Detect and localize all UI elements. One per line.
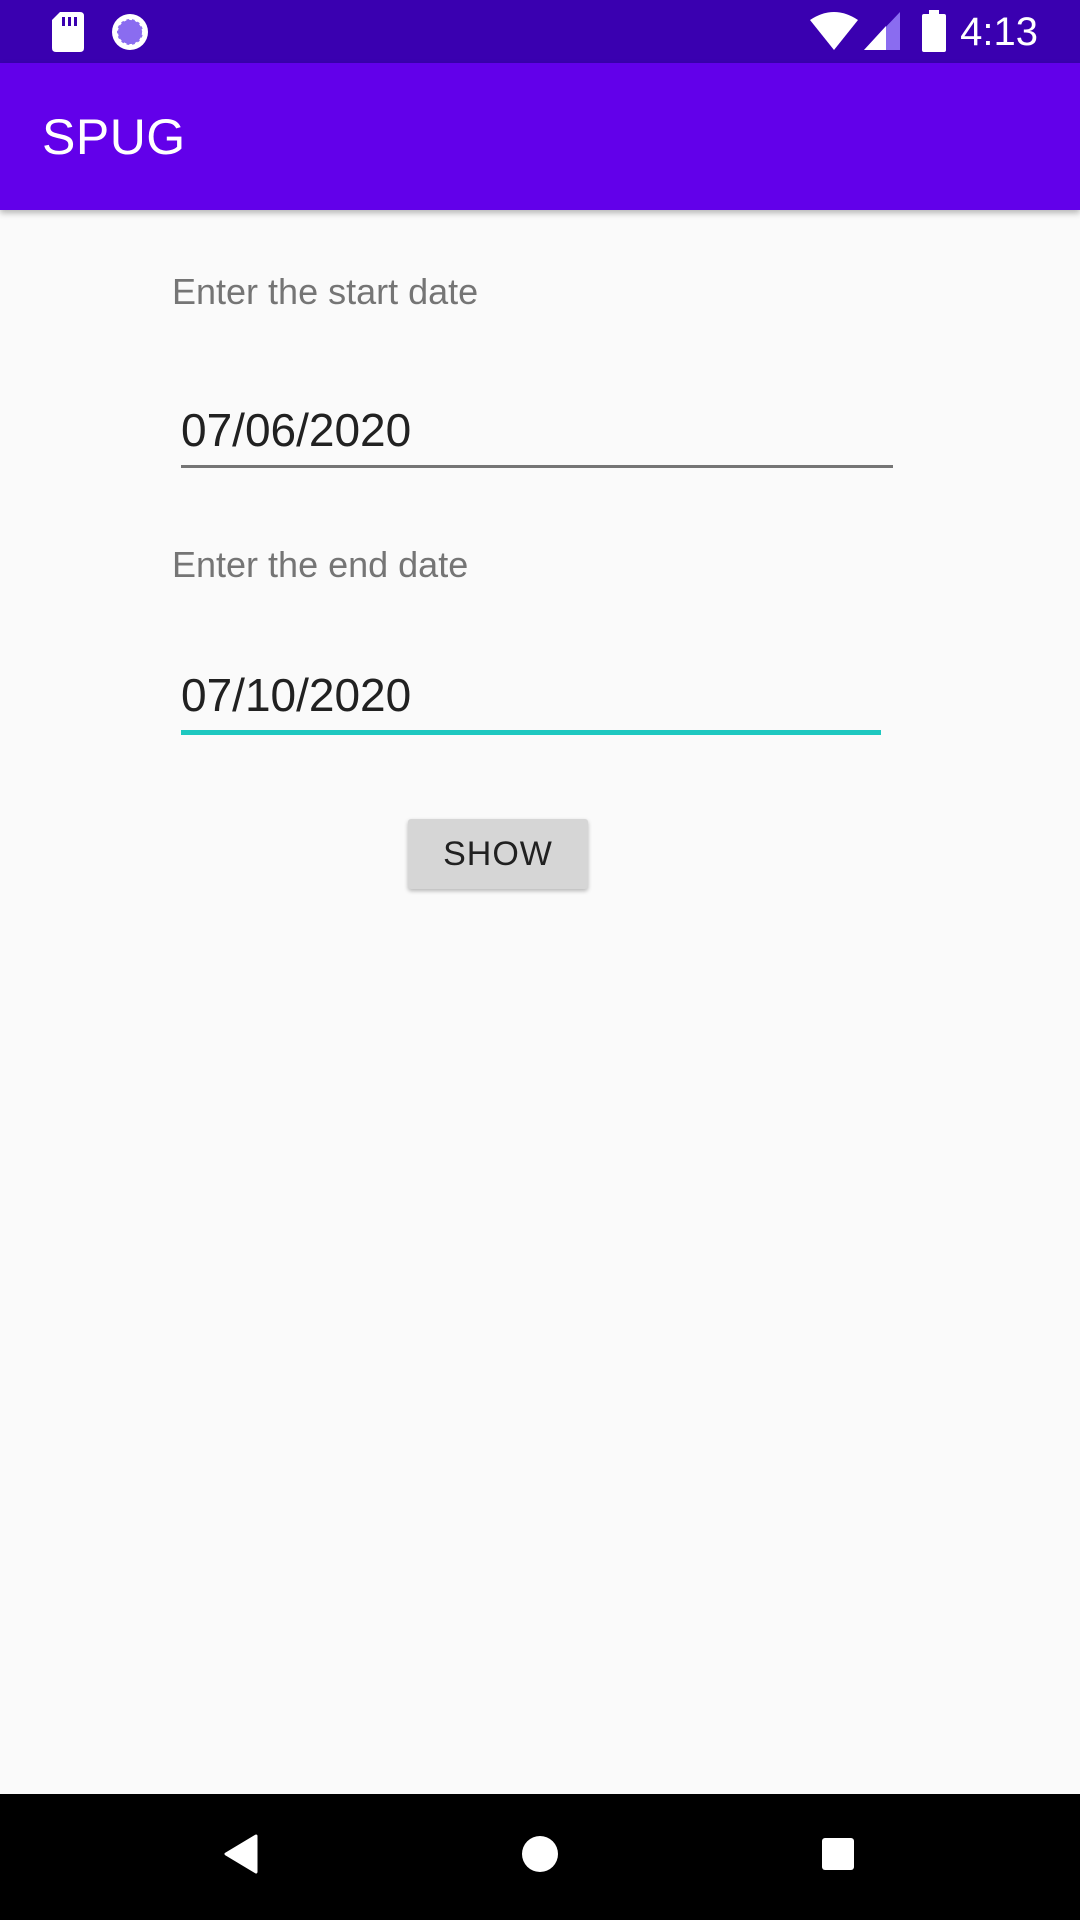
start-date-label: Enter the start date [172,271,479,312]
screen: 4:13 SPUG Enter the start date Enter the… [0,0,1080,1920]
battery-icon [922,10,946,57]
home-icon[interactable] [520,1834,560,1879]
show-button[interactable]: SHOW [408,819,588,889]
signal-icon [864,12,900,55]
app-bar: SPUG [0,63,1080,210]
status-clock: 4:13 [960,10,1038,54]
back-icon[interactable] [222,1834,258,1879]
end-date-label: Enter the end date [172,544,469,585]
status-bar: 4:13 [0,0,1080,63]
sync-icon [110,12,150,57]
end-date-input[interactable] [181,660,881,735]
app-title: SPUG [42,109,186,165]
wifi-icon [810,12,858,55]
start-date-input[interactable] [181,395,893,468]
sd-card-icon [52,12,84,57]
recents-icon[interactable] [820,1836,856,1877]
navigation-bar [0,1794,1080,1920]
